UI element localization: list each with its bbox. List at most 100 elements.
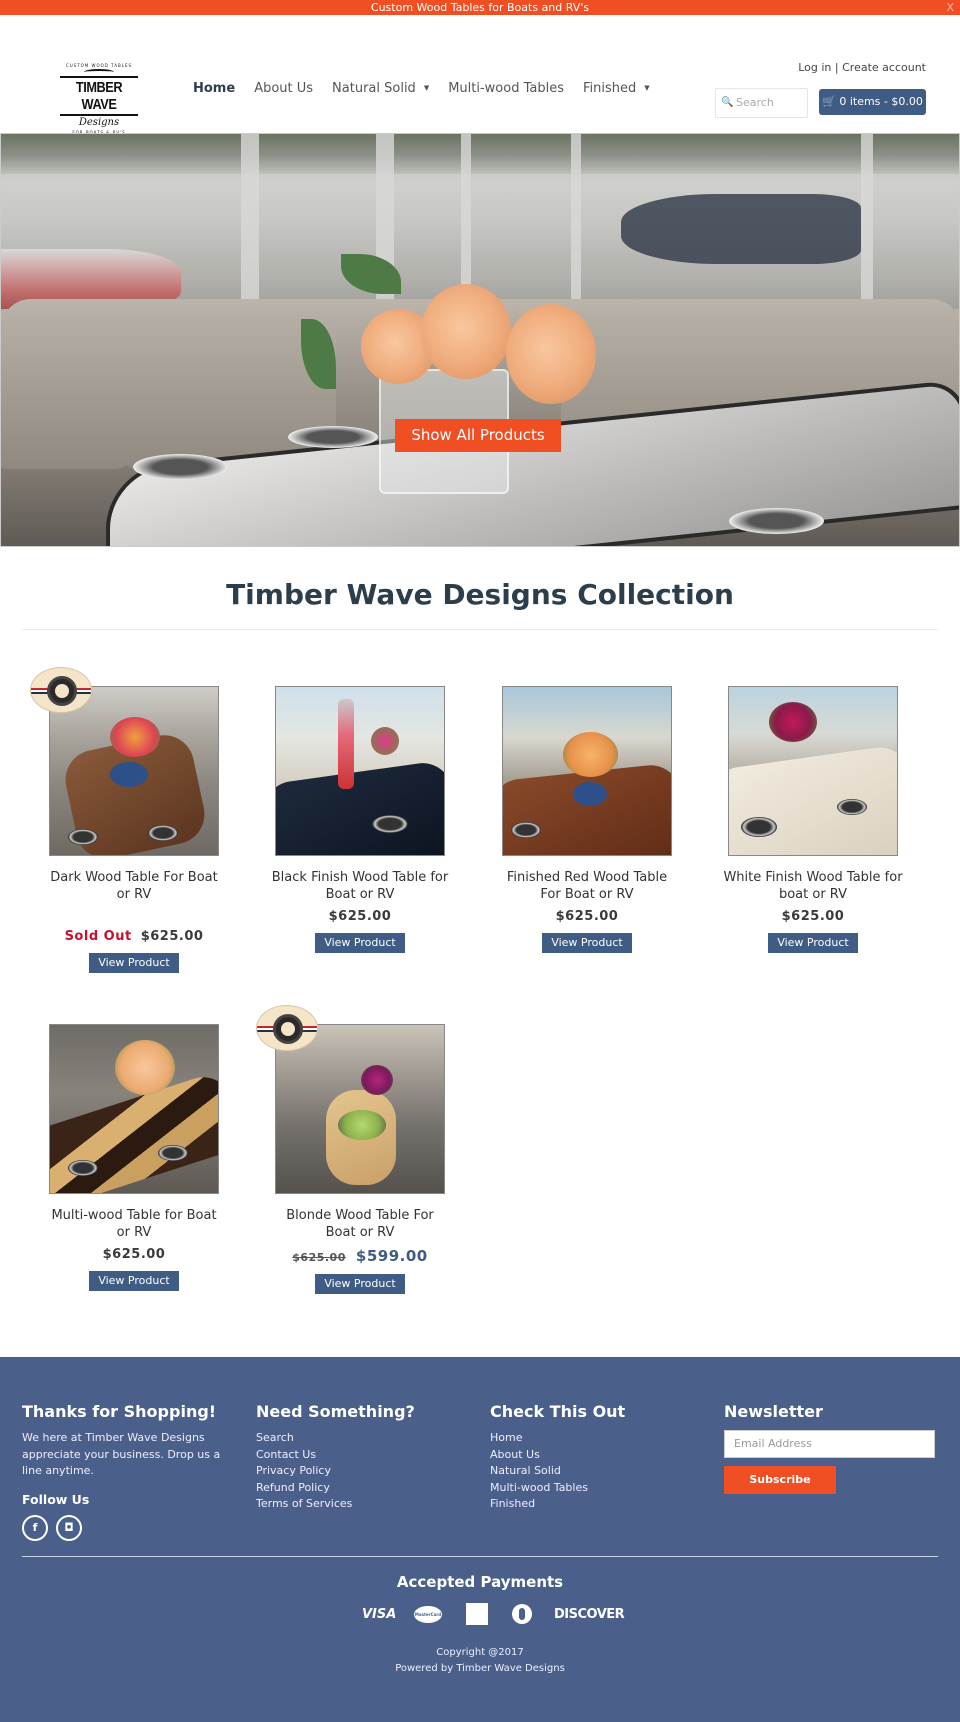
hero-cupholder <box>288 426 378 448</box>
logo-script: Designs <box>78 117 120 128</box>
footer-thanks: Thanks for Shopping! We here at Timber W… <box>22 1402 242 1541</box>
hero-dock-post <box>241 134 259 324</box>
image-cupholder <box>372 815 408 833</box>
logo-name: TIMBER WAVE <box>75 79 123 113</box>
footer-divider <box>22 1556 938 1557</box>
product-card: Black Finish Wood Table for Boat or RV $… <box>250 686 470 953</box>
product-name[interactable]: Multi-wood Table for Boat or RV <box>24 1207 244 1241</box>
footer-thanks-title: Thanks for Shopping! <box>22 1402 217 1421</box>
product-image[interactable] <box>728 686 898 856</box>
footer-link-finished[interactable]: Finished <box>490 1496 710 1513</box>
product-name[interactable]: White Finish Wood Table for boat or RV <box>703 869 923 903</box>
search-input[interactable]: 🔍 Search <box>715 88 808 118</box>
badge-seal <box>273 1014 303 1044</box>
product-name[interactable]: Finished Red Wood Table For Boat or RV <box>477 869 697 903</box>
product-price: $625.00 <box>328 909 392 924</box>
image-flowers <box>361 1065 393 1095</box>
hero-rose <box>421 284 511 379</box>
footer-need-something: Need Something? Search Contact Us Privac… <box>256 1402 476 1513</box>
facebook-icon[interactable]: f <box>22 1514 48 1541</box>
product-card: Blonde Wood Table For Boat or RV $625.00… <box>250 1005 470 1294</box>
footer-need-title: Need Something? <box>256 1402 415 1421</box>
footer-link-home[interactable]: Home <box>490 1430 710 1447</box>
cart-icon: 🛒 <box>822 95 836 108</box>
product-price: $625.00 <box>555 909 619 924</box>
view-product-button[interactable]: View Product <box>315 933 405 953</box>
main-nav: Home About Us Natural Solid ▼ Multi-wood … <box>193 81 669 96</box>
email-input[interactable]: Email Address <box>724 1430 935 1458</box>
view-product-button[interactable]: View Product <box>542 933 632 953</box>
account-links: Log in | Create account <box>798 61 926 74</box>
subscribe-button[interactable]: Subscribe <box>724 1466 836 1494</box>
hero-banner-image <box>0 133 960 547</box>
product-card: Multi-wood Table for Boat or RV $625.00 … <box>24 1024 244 1291</box>
footer-link-terms[interactable]: Terms of Services <box>256 1496 476 1513</box>
view-product-button[interactable]: View Product <box>768 933 858 953</box>
image-flowers <box>563 732 618 777</box>
image-flowers <box>371 727 399 755</box>
product-name[interactable]: Dark Wood Table For Boat or RV <box>24 869 244 903</box>
product-image[interactable] <box>49 686 219 856</box>
product-image[interactable] <box>502 686 672 856</box>
footer-link-about-us[interactable]: About Us <box>490 1447 710 1464</box>
product-image[interactable] <box>275 686 445 856</box>
logo-rule <box>60 114 138 116</box>
login-link[interactable]: Log in <box>798 61 831 74</box>
nav-finished[interactable]: Finished ▼ <box>583 81 650 96</box>
footer-link-multi-wood[interactable]: Multi-wood Tables <box>490 1480 710 1497</box>
close-icon[interactable]: X <box>946 0 954 15</box>
create-account-link[interactable]: Create account <box>842 61 926 74</box>
product-name[interactable]: Blonde Wood Table For Boat or RV <box>250 1207 470 1241</box>
badge-seal <box>47 676 77 706</box>
nav-home[interactable]: Home <box>193 81 235 96</box>
instagram-icon[interactable]: ◘ <box>56 1514 82 1541</box>
search-placeholder: Search <box>736 96 774 109</box>
hero-cupholder <box>729 508 824 534</box>
view-product-button[interactable]: View Product <box>89 953 179 973</box>
image-cupholder <box>511 822 541 838</box>
product-image[interactable] <box>49 1024 219 1194</box>
nav-natural-solid[interactable]: Natural Solid ▼ <box>332 81 429 96</box>
footer-check-title: Check This Out <box>490 1402 626 1421</box>
caret-down-icon: ▼ <box>423 84 430 92</box>
image-bowl <box>110 762 148 787</box>
accepted-payments-title: Accepted Payments <box>396 1573 564 1591</box>
nav-multi-wood-tables[interactable]: Multi-wood Tables <box>448 81 564 96</box>
footer-newsletter-title: Newsletter <box>724 1402 823 1421</box>
image-bowl <box>573 782 607 806</box>
copyright: Copyright @2017 Powered by Timber Wave D… <box>0 1645 960 1677</box>
show-all-products-button[interactable]: Show All Products <box>395 419 561 452</box>
cart-button[interactable]: 🛒 0 items - $0.00 <box>819 89 926 115</box>
site-footer: Thanks for Shopping! We here at Timber W… <box>0 1357 960 1722</box>
footer-link-privacy-policy[interactable]: Privacy Policy <box>256 1463 476 1480</box>
footer-link-contact-us[interactable]: Contact Us <box>256 1447 476 1464</box>
footer-thanks-text: We here at Timber Wave Designs appreciat… <box>22 1431 221 1477</box>
footer-link-natural-solid[interactable]: Natural Solid <box>490 1463 710 1480</box>
nav-natural-solid-label: Natural Solid <box>332 81 416 96</box>
account-separator: | <box>834 61 839 74</box>
hero-rose <box>506 304 596 404</box>
view-product-button[interactable]: View Product <box>89 1271 179 1291</box>
announcement-bar: Custom Wood Tables for Boats and RV's X <box>0 0 960 15</box>
image-flowers <box>769 702 817 742</box>
footer-newsletter: Newsletter Email Address Subscribe <box>724 1402 939 1494</box>
payment-icons: VISA MasterCard DISCOVER <box>362 1603 625 1625</box>
copyright-text: Copyright @2017 <box>436 1647 524 1658</box>
image-cupholder <box>158 1145 188 1161</box>
nav-about-us[interactable]: About Us <box>254 81 313 96</box>
compare-price: $625.00 <box>292 1251 346 1264</box>
image-cupholder <box>837 799 867 815</box>
price-value: $625.00 <box>140 929 204 944</box>
footer-link-search[interactable]: Search <box>256 1430 476 1447</box>
logo-rule <box>60 76 138 78</box>
hero-dock-post <box>861 134 873 324</box>
product-name[interactable]: Black Finish Wood Table for Boat or RV <box>250 869 470 903</box>
view-product-button[interactable]: View Product <box>315 1274 405 1294</box>
footer-link-refund-policy[interactable]: Refund Policy <box>256 1480 476 1497</box>
footer-check-this-out: Check This Out Home About Us Natural Sol… <box>490 1402 710 1513</box>
site-logo[interactable]: CUSTOM WOOD TABLES TIMBER WAVE Designs F… <box>58 61 140 135</box>
collection-title: Timber Wave Designs Collection <box>226 578 734 611</box>
caret-down-icon: ▼ <box>644 84 650 92</box>
product-card: Dark Wood Table For Boat or RV Sold Out … <box>24 667 244 973</box>
product-image[interactable] <box>275 1024 445 1194</box>
